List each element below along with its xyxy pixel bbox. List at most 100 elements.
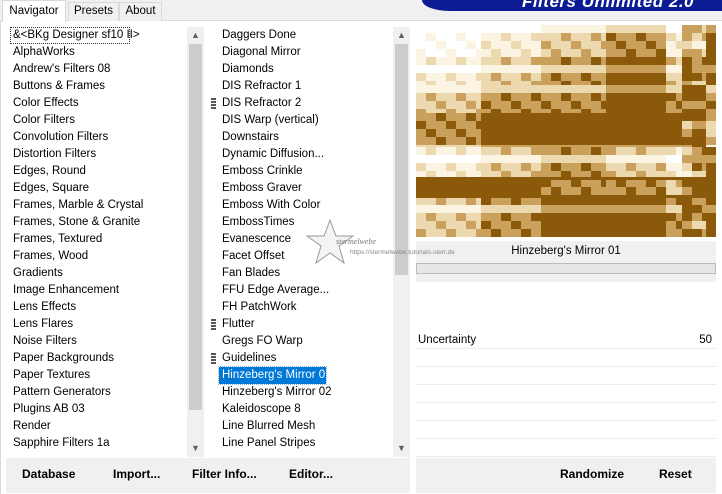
filter-item[interactable]: DIS Refractor 1 — [219, 78, 301, 95]
preview-cell — [702, 187, 706, 195]
preview-cell — [656, 25, 666, 33]
preview-cell — [501, 121, 511, 129]
scroll-down-arrow-icon[interactable]: ▼ — [187, 440, 204, 457]
preview-cell — [561, 213, 571, 221]
category-list[interactable]: &<BKg Designer sf10 II> AlphaWorks Andrew'… — [10, 27, 204, 457]
category-item[interactable]: Gradients — [10, 265, 187, 282]
category-list-scrollbar[interactable]: ▲ ▼ — [187, 27, 204, 457]
scroll-thumb[interactable] — [395, 44, 408, 275]
category-item[interactable]: Edges, Square — [10, 180, 187, 197]
filter-item[interactable]: Diamonds — [219, 61, 274, 78]
category-item[interactable]: Lens Flares — [10, 316, 187, 333]
category-item[interactable]: Frames, Marble & Crystal — [10, 197, 187, 214]
filter-item[interactable]: Kaleidoscope 8 — [219, 401, 301, 418]
category-item[interactable]: Color Effects — [10, 95, 187, 112]
category-item[interactable]: Paper Textures — [10, 367, 187, 384]
category-item[interactable]: Color Filters — [10, 112, 187, 129]
category-item[interactable]: Noise Filters — [10, 333, 187, 350]
preview-cell — [682, 93, 692, 101]
category-item[interactable]: Lens Effects — [10, 299, 187, 316]
filter-item[interactable]: Fan Blades — [219, 265, 280, 282]
preview-cell — [551, 101, 561, 109]
filter-item[interactable]: FFU Edge Average... — [219, 282, 329, 299]
preview-cell — [416, 147, 426, 155]
category-item[interactable]: &<BKg Designer sf10 II> — [10, 27, 140, 44]
scroll-up-arrow-icon[interactable]: ▲ — [393, 27, 410, 44]
preview-cell — [521, 213, 531, 221]
category-item[interactable]: Andrew's Filters 08 — [10, 61, 187, 78]
filter-info-button[interactable]: Filter Info... — [192, 467, 257, 481]
filter-item[interactable]: EmbossTimes — [219, 214, 294, 231]
preview-cell — [511, 49, 521, 57]
filter-item[interactable]: Gregs FO Warp — [219, 333, 303, 350]
category-item[interactable]: Convolution Filters — [10, 129, 187, 146]
filter-item[interactable]: Line Blurred Mesh — [219, 418, 315, 435]
editor-button[interactable]: Editor... — [289, 467, 333, 481]
parameter-value[interactable]: 50 — [699, 334, 712, 346]
database-button[interactable]: Database — [22, 467, 75, 481]
filter-item[interactable]: Emboss Graver — [219, 180, 302, 197]
category-item[interactable]: Frames, Textured — [10, 231, 187, 248]
scroll-down-arrow-icon[interactable]: ▼ — [393, 440, 410, 457]
preview-cell — [551, 137, 561, 145]
category-item[interactable]: Frames, Wood — [10, 248, 187, 265]
category-item[interactable]: Paper Backgrounds — [10, 350, 187, 367]
category-item[interactable]: Render — [10, 418, 187, 435]
preview-cell — [676, 179, 682, 187]
category-item[interactable]: Pattern Generators — [10, 384, 187, 401]
preview-cell — [606, 113, 616, 121]
parameter-row-uncertainty[interactable]: Uncertainty 50 — [416, 332, 716, 349]
category-item[interactable]: Buttons & Frames — [10, 78, 187, 95]
filter-item[interactable]: Daggers Done — [219, 27, 296, 44]
preview-cell — [646, 65, 656, 73]
filter-item[interactable]: Emboss Crinkle — [219, 163, 303, 180]
filter-item[interactable]: Emboss With Color — [219, 197, 320, 214]
preview-cell — [481, 229, 491, 237]
preview-cell — [466, 121, 476, 129]
import-button[interactable]: Import... — [113, 467, 160, 481]
preview-cell — [466, 49, 476, 57]
category-item[interactable]: Edges, Round — [10, 163, 187, 180]
filter-item-label: Downstairs — [222, 131, 279, 143]
reset-button[interactable]: Reset — [659, 467, 692, 481]
filter-item[interactable]: Downstairs — [219, 129, 279, 146]
randomize-button[interactable]: Randomize — [560, 467, 624, 481]
preview-cell — [531, 109, 541, 113]
tab-navigator[interactable]: Navigator — [2, 0, 66, 22]
filter-item[interactable]: Evanescence — [219, 231, 291, 248]
preview-cell — [521, 101, 531, 109]
category-item[interactable]: Frames, Stone & Granite — [10, 214, 187, 231]
filter-item[interactable]: Dynamic Diffusion... — [219, 146, 324, 163]
preview-cell — [571, 137, 581, 145]
scroll-up-arrow-icon[interactable]: ▲ — [187, 27, 204, 44]
filter-item[interactable]: Flutter — [211, 316, 255, 333]
filter-item[interactable]: Line Panel Stripes — [219, 435, 315, 452]
preview-cell — [626, 33, 636, 41]
filter-list[interactable]: Daggers Done Diagonal Mirror Diamonds DIS R… — [210, 27, 410, 457]
filter-item[interactable]: Hinzeberg's Mirror 02 — [219, 384, 332, 401]
filter-item[interactable]: DIS Refractor 2 — [211, 95, 301, 112]
filter-item[interactable]: Facet Offset — [219, 248, 284, 265]
category-item[interactable]: Image Enhancement — [10, 282, 187, 299]
tab-about[interactable]: About — [119, 2, 162, 21]
filter-item[interactable]: Guidelines — [211, 350, 276, 367]
category-item[interactable]: Sapphire Filters 1a — [10, 435, 187, 452]
parameter-row-empty — [416, 422, 716, 439]
preview-cell — [591, 197, 601, 205]
filter-item[interactable]: FH PatchWork — [219, 299, 297, 316]
preview-cell — [476, 33, 481, 41]
filter-list-scrollbar[interactable]: ▲ ▼ — [393, 27, 410, 457]
tab-presets[interactable]: Presets — [68, 2, 119, 21]
category-item[interactable]: Distortion Filters — [10, 146, 187, 163]
preview-cell — [466, 155, 476, 163]
preview-cell — [591, 213, 601, 221]
category-item[interactable]: Plugins AB 03 — [10, 401, 187, 418]
filter-item[interactable]: Diagonal Mirror — [219, 44, 301, 61]
preview-cell — [591, 101, 601, 109]
grip-marker-icon — [211, 353, 216, 364]
scroll-thumb[interactable] — [189, 44, 202, 410]
preview-cell — [476, 221, 481, 229]
filter-item[interactable]: Hinzeberg's Mirror 01 — [218, 366, 332, 385]
filter-item[interactable]: DIS Warp (vertical) — [219, 112, 319, 129]
category-item[interactable]: AlphaWorks — [10, 44, 187, 61]
